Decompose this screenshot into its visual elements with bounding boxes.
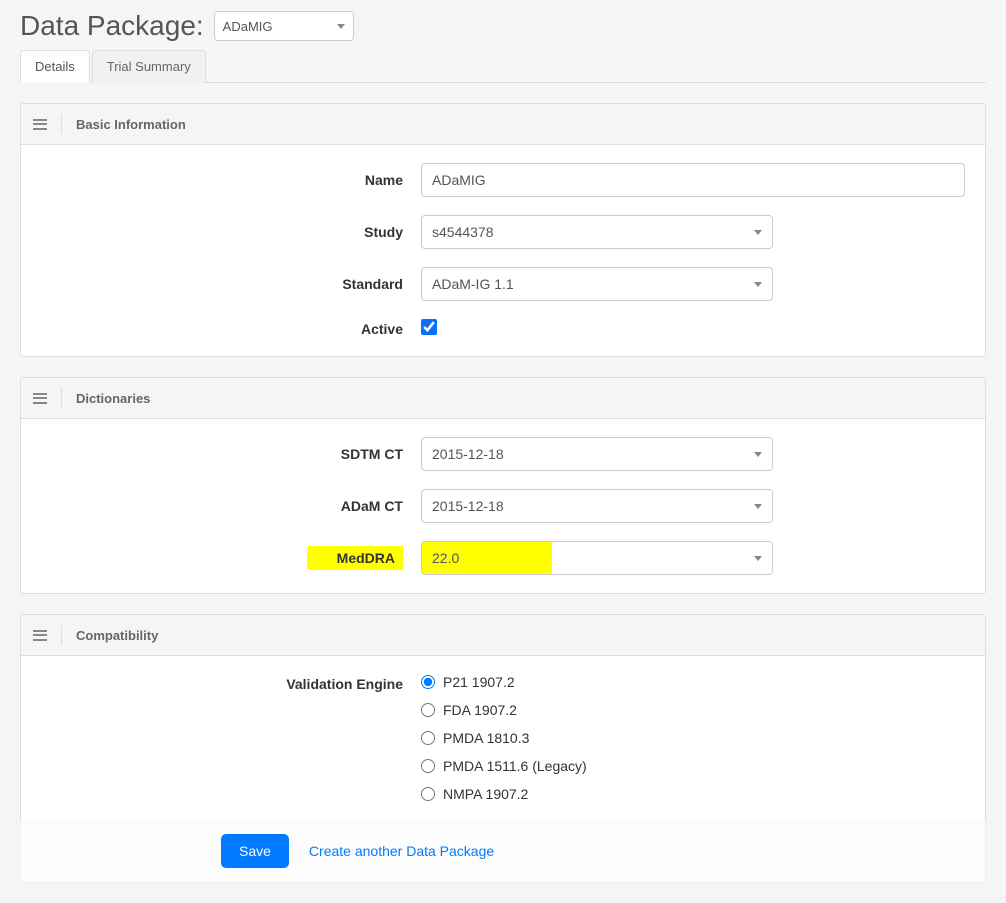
radio-label: PMDA 1810.3 [443, 730, 529, 746]
tab-bar: Details Trial Summary [20, 50, 986, 83]
radio-option-nmpa[interactable]: NMPA 1907.2 [421, 786, 965, 802]
panel-dictionaries: Dictionaries SDTM CT 2015-12-18 ADaM CT … [20, 377, 986, 594]
radio-option-p21[interactable]: P21 1907.2 [421, 674, 965, 690]
panel-title: Basic Information [76, 117, 186, 132]
radio-input[interactable] [421, 731, 435, 745]
adam-ct-value: 2015-12-18 [432, 498, 504, 514]
active-label: Active [41, 321, 421, 337]
chevron-down-icon [754, 282, 762, 287]
standard-select-value: ADaM-IG 1.1 [432, 276, 514, 292]
meddra-value: 22.0 [432, 550, 459, 566]
radio-label: FDA 1907.2 [443, 702, 517, 718]
meddra-label: MedDRA [41, 550, 421, 566]
radio-input[interactable] [421, 787, 435, 801]
chevron-down-icon [754, 504, 762, 509]
panel-title: Compatibility [76, 628, 158, 643]
panel-basic-information: Basic Information Name Study s4544378 [20, 103, 986, 357]
menu-icon[interactable] [33, 630, 47, 641]
radio-label: P21 1907.2 [443, 674, 515, 690]
chevron-down-icon [754, 452, 762, 457]
sdtm-ct-select[interactable]: 2015-12-18 [421, 437, 773, 471]
radio-label: PMDA 1511.6 (Legacy) [443, 758, 587, 774]
menu-icon[interactable] [33, 119, 47, 130]
adam-ct-select[interactable]: 2015-12-18 [421, 489, 773, 523]
validation-engine-label: Validation Engine [41, 674, 421, 692]
action-bar: Save Create another Data Package [20, 820, 986, 883]
panel-title: Dictionaries [76, 391, 150, 406]
create-another-link[interactable]: Create another Data Package [309, 843, 494, 859]
study-select-value: s4544378 [432, 224, 494, 240]
standard-label: Standard [41, 276, 421, 292]
divider [61, 388, 62, 408]
tab-trial-summary[interactable]: Trial Summary [92, 50, 206, 83]
meddra-label-text: MedDRA [307, 546, 403, 570]
page-title: Data Package: [20, 10, 204, 42]
validation-engine-radio-group: P21 1907.2 FDA 1907.2 PMDA 1810.3 P [421, 674, 965, 802]
save-button[interactable]: Save [221, 834, 289, 868]
chevron-down-icon [337, 24, 345, 29]
name-label: Name [41, 172, 421, 188]
chevron-down-icon [754, 230, 762, 235]
radio-input[interactable] [421, 759, 435, 773]
radio-label: NMPA 1907.2 [443, 786, 528, 802]
radio-input[interactable] [421, 675, 435, 689]
package-selector-value: ADaMIG [223, 19, 273, 34]
sdtm-ct-value: 2015-12-18 [432, 446, 504, 462]
radio-input[interactable] [421, 703, 435, 717]
panel-compatibility: Compatibility Validation Engine P21 1907… [20, 614, 986, 821]
divider [61, 114, 62, 134]
tab-details[interactable]: Details [20, 50, 90, 83]
active-checkbox[interactable] [421, 319, 437, 335]
adam-ct-label: ADaM CT [41, 498, 421, 514]
study-label: Study [41, 224, 421, 240]
meddra-select[interactable]: 22.0 [421, 541, 773, 575]
radio-option-pmda-1810[interactable]: PMDA 1810.3 [421, 730, 965, 746]
divider [61, 625, 62, 645]
chevron-down-icon [754, 556, 762, 561]
sdtm-ct-label: SDTM CT [41, 446, 421, 462]
study-select[interactable]: s4544378 [421, 215, 773, 249]
radio-option-pmda-1511[interactable]: PMDA 1511.6 (Legacy) [421, 758, 965, 774]
standard-select[interactable]: ADaM-IG 1.1 [421, 267, 773, 301]
package-selector[interactable]: ADaMIG [214, 11, 354, 41]
menu-icon[interactable] [33, 393, 47, 404]
radio-option-fda[interactable]: FDA 1907.2 [421, 702, 965, 718]
name-input[interactable] [421, 163, 965, 197]
